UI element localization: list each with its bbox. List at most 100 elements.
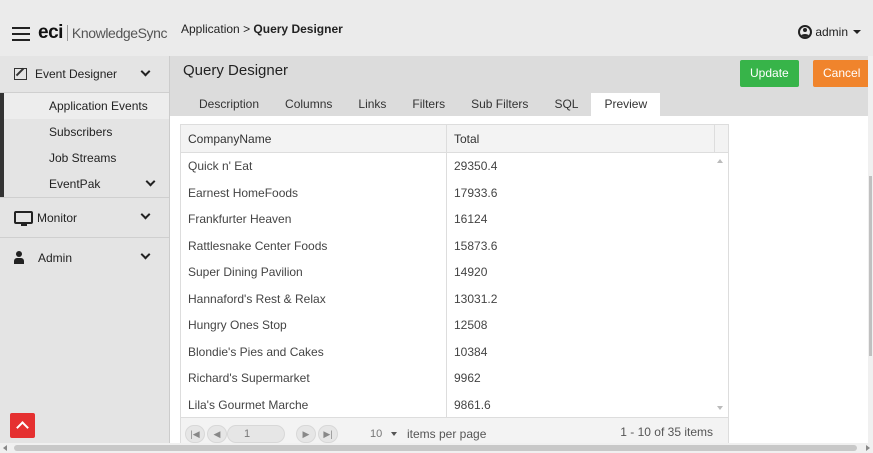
sidebar-item-label: Application Events: [49, 99, 148, 113]
hamburger-menu-icon[interactable]: [12, 27, 30, 45]
table-row[interactable]: Hungry Ones Stop 12508: [181, 312, 728, 339]
cell-companyname: Rattlesnake Center Foods: [181, 232, 447, 259]
cancel-button[interactable]: Cancel: [813, 60, 871, 87]
sidebar: Event Designer Application Events Subscr…: [0, 56, 170, 453]
tab-columns[interactable]: Columns: [272, 93, 345, 116]
tab-bar: Description Columns Links Filters Sub Fi…: [186, 93, 661, 116]
page-header: Query Designer Update Cancel Description…: [170, 56, 873, 116]
page-horizontal-scrollbar[interactable]: [0, 443, 873, 453]
grid-header: CompanyName Total: [181, 125, 728, 153]
cell-companyname: Quick n' Eat: [181, 153, 447, 180]
logo-product: KnowledgeSync: [71, 25, 168, 41]
cell-total: 29350.4: [454, 159, 498, 173]
breadcrumb-separator: >: [243, 22, 251, 36]
column-header-companyname[interactable]: CompanyName: [181, 125, 447, 153]
pager-info: 1 - 10 of 35 items: [620, 425, 713, 439]
sidebar-item-label: Monitor: [37, 210, 78, 225]
sidebar-item-label: Admin: [38, 250, 73, 265]
cell-companyname: Earnest HomeFoods: [181, 179, 447, 206]
table-row[interactable]: Hannaford's Rest & Relax 13031.2: [181, 285, 728, 312]
table-row[interactable]: Rattlesnake Center Foods 15873.6: [181, 232, 728, 259]
sidebar-item-label: EventPak: [49, 177, 101, 191]
tab-sub-filters[interactable]: Sub Filters: [458, 93, 541, 116]
scrollbar-thumb[interactable]: [869, 176, 872, 356]
chevron-down-icon: [140, 209, 151, 220]
table-row[interactable]: Earnest HomeFoods 17933.6: [181, 179, 728, 206]
scroll-left-icon[interactable]: [3, 445, 7, 451]
cell-companyname: Blondie's Pies and Cakes: [181, 338, 447, 365]
cell-companyname: Frankfurter Heaven: [181, 206, 447, 233]
table-row[interactable]: Richard's Supermarket 9962: [181, 365, 728, 392]
tab-filters[interactable]: Filters: [399, 93, 458, 116]
tab-description[interactable]: Description: [186, 93, 272, 116]
chevron-down-icon: [140, 249, 151, 260]
cell-companyname: Lila's Gourmet Marche: [181, 391, 447, 418]
table-row[interactable]: Lila's Gourmet Marche 9861.6: [181, 391, 728, 418]
app-logo[interactable]: eci KnowledgeSync: [38, 22, 168, 44]
prev-page-button[interactable]: ◀: [207, 425, 227, 443]
sidebar-item-admin[interactable]: Admin: [0, 237, 169, 277]
cell-total: 9861.6: [454, 397, 491, 412]
table-row[interactable]: Quick n' Eat 29350.4: [181, 153, 728, 180]
user-circle-icon: [798, 25, 813, 39]
edit-icon: [14, 68, 27, 80]
breadcrumb: Application > Query Designer: [181, 22, 343, 36]
cell-companyname: Richard's Supermarket: [181, 365, 447, 392]
user-name: admin: [815, 25, 848, 39]
column-header-total[interactable]: Total: [447, 125, 713, 153]
page-vertical-scrollbar[interactable]: [868, 56, 873, 443]
cell-total: 16124: [454, 212, 488, 226]
caret-down-icon: [853, 30, 861, 34]
scroll-to-top-button[interactable]: [10, 413, 35, 438]
sidebar-item-label: Job Streams: [49, 151, 117, 165]
scrollbar-thumb[interactable]: [14, 445, 857, 451]
sidebar-item-label: Event Designer: [35, 67, 118, 81]
cell-total: 13031.2: [454, 291, 498, 306]
user-menu[interactable]: admin: [798, 25, 861, 39]
cell-total: 10384: [454, 344, 488, 359]
cell-companyname: Super Dining Pavilion: [181, 259, 447, 286]
table-row[interactable]: Blondie's Pies and Cakes 10384: [181, 338, 728, 365]
first-page-button[interactable]: |◀: [185, 425, 205, 443]
sidebar-item-job-streams[interactable]: Job Streams: [0, 145, 169, 171]
sidebar-item-event-designer[interactable]: Event Designer: [0, 56, 169, 93]
logo-eci: eci: [38, 22, 63, 43]
logo-divider: [66, 25, 68, 41]
chevron-down-icon: [145, 176, 156, 187]
person-icon: [14, 251, 24, 264]
main-content: Query Designer Update Cancel Description…: [170, 56, 873, 453]
next-page-button[interactable]: ▶: [296, 425, 316, 443]
pager: |◀ ◀ 1 ▶ ▶| 10 items per page 1 - 10 of …: [181, 417, 728, 445]
sidebar-item-monitor[interactable]: Monitor: [0, 197, 169, 237]
tab-preview[interactable]: Preview: [591, 93, 661, 116]
tab-sql[interactable]: SQL: [541, 93, 591, 116]
cell-total: 15873.6: [454, 238, 498, 253]
scroll-down-icon[interactable]: [717, 406, 723, 410]
cell-total: 14920: [454, 265, 488, 279]
table-row[interactable]: Frankfurter Heaven 16124: [181, 206, 728, 233]
grid-body: Quick n' Eat 29350.4 Earnest HomeFoods 1793…: [181, 153, 728, 418]
cell-companyname: Hannaford's Rest & Relax: [181, 285, 447, 312]
page-size-value: 10: [370, 428, 383, 440]
update-button[interactable]: Update: [740, 60, 799, 87]
table-row[interactable]: Super Dining Pavilion 14920: [181, 259, 728, 286]
cell-total: 9962: [454, 371, 481, 385]
scroll-right-icon[interactable]: [866, 445, 870, 451]
dropdown-arrow-icon: [391, 432, 397, 436]
cell-companyname: Hungry Ones Stop: [181, 312, 447, 339]
sidebar-item-application-events[interactable]: Application Events: [0, 93, 169, 119]
sidebar-item-subscribers[interactable]: Subscribers: [0, 119, 169, 145]
cell-total: 12508: [454, 318, 488, 332]
tab-links[interactable]: Links: [345, 93, 399, 116]
page-size-select[interactable]: 10: [361, 425, 399, 443]
header-scroll-gap: [714, 125, 728, 153]
page-number-input[interactable]: 1: [227, 425, 285, 443]
preview-grid: CompanyName Total Quick n' Eat 29350.4 Ear…: [180, 124, 729, 446]
grid-vertical-scrollbar[interactable]: [713, 153, 728, 418]
cell-total: 17933.6: [454, 185, 498, 200]
sidebar-item-label: Subscribers: [49, 125, 113, 139]
breadcrumb-parent[interactable]: Application: [181, 22, 240, 36]
scroll-up-icon[interactable]: [717, 159, 723, 163]
last-page-button[interactable]: ▶|: [318, 425, 338, 443]
sidebar-item-eventpak[interactable]: EventPak: [0, 171, 169, 197]
